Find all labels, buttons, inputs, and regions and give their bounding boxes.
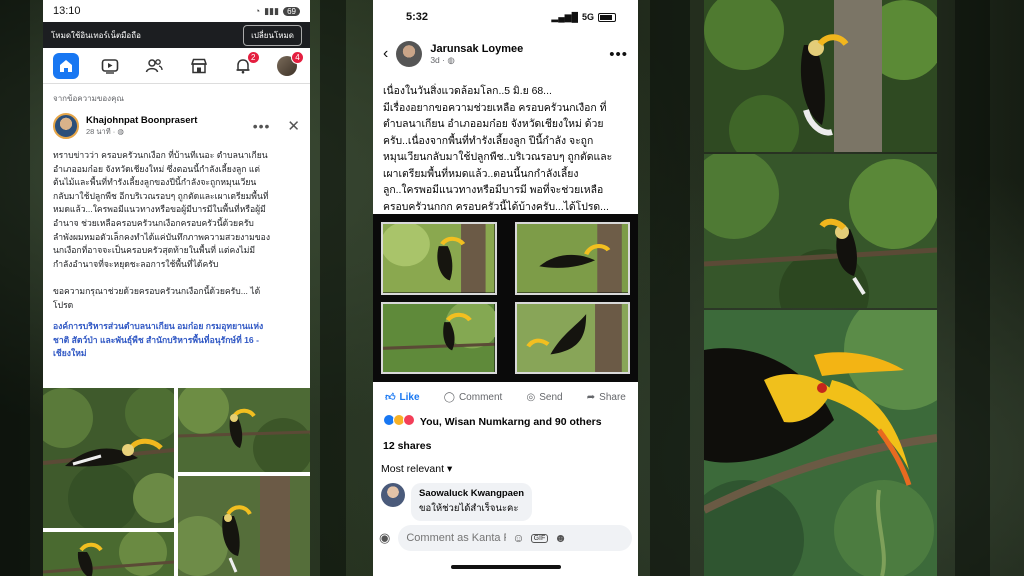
avatar-sticker-icon[interactable]: ☺ [512,531,524,545]
close-icon[interactable]: ✕ [287,117,300,135]
post-time: 3d [430,54,440,65]
commenter-name[interactable]: Saowaluck Kwangpaen [419,488,524,499]
menu-badge: 4 [290,50,304,64]
status-bar: 5:32 ▂▄▆█ 5G [373,0,638,34]
status-time: 13:10 [53,5,81,17]
wifi-icon: ◔ [254,6,261,16]
marketplace-icon [190,58,207,73]
friends-icon [146,58,164,72]
data-mode-message: โหมดใช้อินเทอร์เน็ตมือถือ [51,30,141,40]
comment-input[interactable] [406,532,507,544]
status-bar: 13:10 ◔ ▮▮▮ 69 [43,0,310,22]
author-avatar[interactable] [53,113,79,139]
friends-tab[interactable] [141,53,167,79]
reactions-text: You, Wisan Numkarng and 90 others [419,415,602,428]
battery-icon [598,12,616,22]
data-mode-bar: โหมดใช้อินเทอร์เน็ตมือถือ เปลี่ยนโหมด [43,22,310,48]
hornbill-photo[interactable] [178,476,310,576]
author-name[interactable]: Jarunsak Loymee [430,43,523,55]
post-photo-grid [43,388,310,576]
hornbill-photo[interactable] [381,222,497,295]
camera-icon[interactable]: ◉ [379,530,390,546]
back-arrow-icon[interactable]: ‹ [383,45,388,63]
video-icon [101,58,119,74]
comment-item: Saowaluck Kwangpaen ขอให้ช่วยได้สำเร็จนะ… [381,483,533,521]
send-button[interactable]: ◎ Send [527,392,563,403]
status-time: 5:32 [406,11,429,23]
sort-comments-dropdown[interactable]: Most relevant ▾ [381,463,452,475]
post-photo-collage[interactable] [373,214,638,382]
from-your-message-label: จากข้อความของคุณ [53,94,124,103]
hornbill-photo [704,154,937,308]
home-icon [60,59,72,72]
battery-icon: 69 [283,6,300,16]
reactions-summary[interactable]: You, Wisan Numkarng and 90 others [383,414,602,429]
home-indicator [450,565,561,569]
share-button[interactable]: ➦ Share [587,392,626,403]
post-header: Khajohnpat Boonprasert 28 นาที · ◍ ••• ✕ [43,109,310,143]
post-time: 28 นาที [86,126,111,136]
chevron-down-icon: ▾ [446,463,453,475]
hornbill-photo[interactable] [514,301,630,374]
comment-bubble: Saowaluck Kwangpaen ขอให้ช่วยได้สำเร็จนะ… [411,483,533,521]
hornbill-photo[interactable] [381,301,497,374]
author-name[interactable]: Khajohnpat Boonprasert [86,115,197,126]
hornbill-photo [704,310,937,576]
like-button[interactable]: 👍︎ Like [385,391,419,404]
hornbill-photo[interactable] [514,222,630,295]
signal-icon: ▮▮▮ [264,5,280,16]
globe-icon: ◍ [447,54,455,65]
comment-composer: ◉ ☺ GIF ☻ [379,524,632,552]
video-tab[interactable] [97,53,123,79]
middle-facebook-screenshot: 5:32 ▂▄▆█ 5G ‹ Jarunsak Loymee 3d · ◍ ••… [373,0,638,576]
messenger-icon: ◎ [526,391,536,403]
thumbs-up-icon: 👍︎ [385,392,396,403]
more-options-icon[interactable]: ••• [253,118,271,134]
comment-text: ขอให้ช่วยได้สำเร็จนะคะ [419,503,519,514]
top-nav: 2 4 [43,48,310,84]
hornbill-photo[interactable] [43,532,174,576]
post-tags-link[interactable]: องค์การบริหารส่วนตำบลนาเกียน อมก๋อย กรมอ… [43,312,310,361]
share-icon: ➦ [586,391,596,403]
more-options-icon[interactable]: ••• [609,46,628,63]
marketplace-tab[interactable] [186,53,212,79]
left-facebook-screenshot: 13:10 ◔ ▮▮▮ 69 โหมดใช้อินเทอร์เน็ตมือถือ… [43,0,310,576]
gif-button[interactable]: GIF [530,533,549,543]
network-label: 5G [581,12,594,22]
comment-icon: ◯ [443,391,455,403]
shares-count[interactable]: 12 shares [383,440,431,452]
hornbill-photo [704,0,937,152]
home-tab[interactable] [53,52,79,79]
author-avatar[interactable] [396,41,423,67]
change-mode-button[interactable]: เปลี่ยนโหมด [243,24,302,46]
notifications-tab[interactable]: 2 [230,50,260,79]
commenter-avatar[interactable] [381,483,405,507]
globe-icon: ◍ [117,126,124,136]
post-header: ‹ Jarunsak Loymee 3d · ◍ ••• [373,34,638,74]
emoji-icon[interactable]: ☻ [554,531,567,545]
hornbill-photo[interactable] [178,388,310,472]
notifications-badge: 2 [246,50,260,64]
menu-tab[interactable]: 4 [274,50,304,79]
comment-button[interactable]: ◯ Comment [444,392,503,403]
post-actions: 👍︎ Like ◯ Comment ◎ Send ➦ Share [373,386,638,408]
comment-input-wrapper: ☺ GIF ☻ [398,525,632,551]
hornbill-photo-column [704,0,937,576]
love-reaction-icon [402,414,415,426]
post-text: ทราบข่าวว่า ครอบครัวนกเงือก ที่บ้านทีเนอ… [53,150,271,310]
hornbill-photo[interactable] [43,388,174,528]
signal-icon: ▂▄▆█ [551,11,578,22]
